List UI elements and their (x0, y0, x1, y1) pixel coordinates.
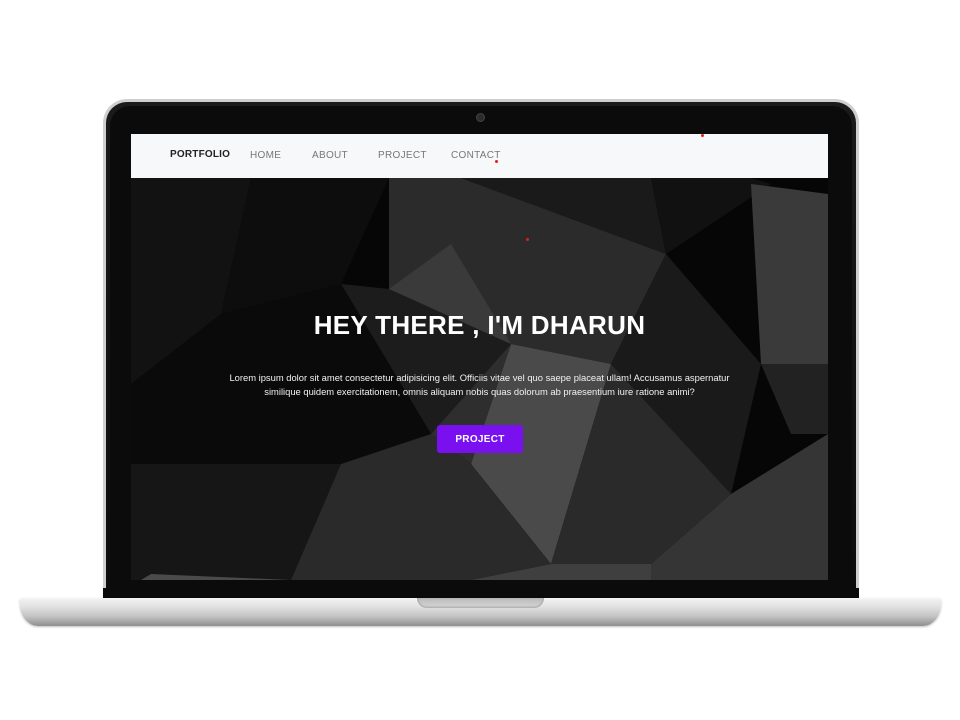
hero-description: Lorem ipsum dolor sit amet consectetur a… (229, 372, 730, 397)
nav-link-about[interactable]: ABOUT (312, 150, 348, 161)
hero-background (131, 134, 828, 580)
webcam-icon (476, 113, 485, 122)
navbar-brand[interactable]: PORTFOLIO (170, 149, 230, 160)
cursor-dot (495, 160, 498, 163)
nav-link-home[interactable]: HOME (250, 150, 281, 161)
cursor-dot (701, 134, 704, 137)
laptop-mockup: PORTFOLIO HOME ABOUT PROJECT CONTACT HEY… (0, 0, 960, 720)
nav-link-contact[interactable]: CONTACT (451, 150, 501, 161)
cursor-dot (526, 238, 529, 241)
laptop-opening-notch (417, 598, 544, 608)
nav-link-project[interactable]: PROJECT (378, 150, 427, 161)
hero-title: HEY THERE , I'M DHARUN (313, 310, 646, 340)
laptop-screen: PORTFOLIO HOME ABOUT PROJECT CONTACT HEY… (131, 134, 828, 580)
project-button[interactable]: PROJECT (437, 425, 523, 453)
navbar: PORTFOLIO HOME ABOUT PROJECT CONTACT (131, 134, 828, 178)
